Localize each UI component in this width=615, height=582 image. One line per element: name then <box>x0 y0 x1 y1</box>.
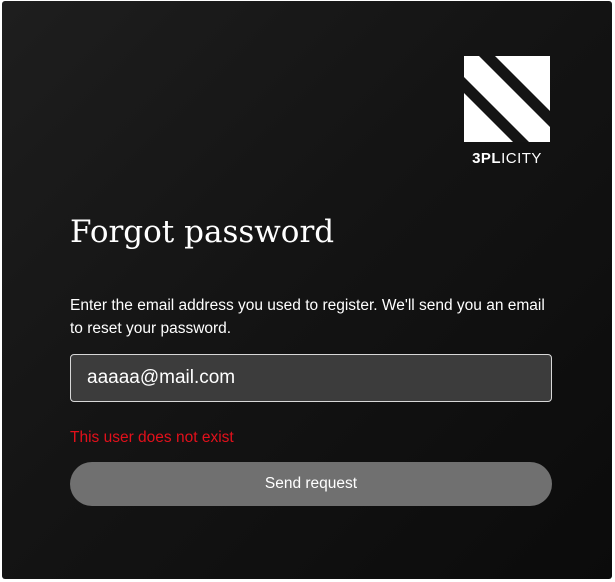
logo-mark-icon <box>464 56 550 142</box>
instructions-text: Enter the email address you used to regi… <box>70 297 545 337</box>
forgot-password-panel: 3PLICITY Forgot password Enter the email… <box>2 1 612 579</box>
brand-logo: 3PLICITY <box>464 56 552 167</box>
error-message: This user does not exist <box>70 429 234 446</box>
brand-name-light: ICITY <box>501 150 542 167</box>
send-request-button[interactable]: Send request <box>70 462 552 506</box>
page-title: Forgot password <box>70 214 335 250</box>
brand-name: 3PLICITY <box>464 150 550 167</box>
brand-name-bold: 3PL <box>472 150 502 167</box>
email-field[interactable] <box>70 354 552 402</box>
